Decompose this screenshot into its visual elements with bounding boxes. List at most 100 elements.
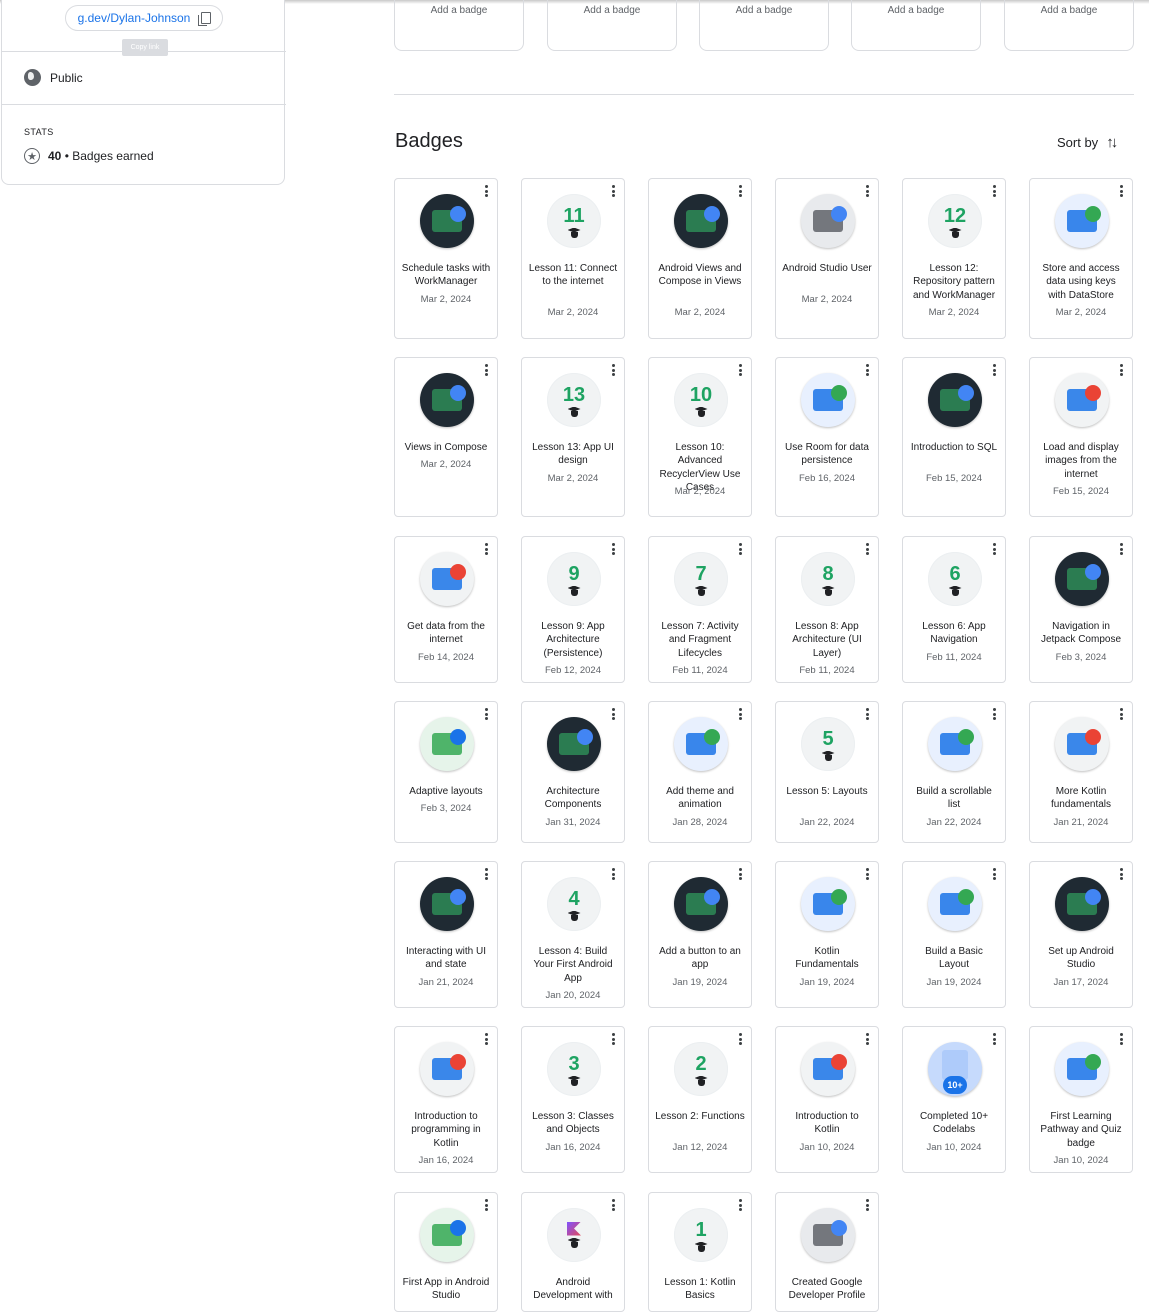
badge-card[interactable]: 10 Lesson 10: Advanced RecyclerView Use C… xyxy=(648,357,752,517)
badge-card[interactable]: 5 Lesson 5: Layouts Jan 22, 2024 xyxy=(775,701,879,843)
profile-link-chip[interactable]: g.dev/Dylan-Johnson xyxy=(65,5,223,31)
badge-card[interactable]: Kotlin Fundamentals Jan 19, 2024 xyxy=(775,861,879,1008)
more-options-icon[interactable] xyxy=(485,708,489,720)
badge-card[interactable]: 12 Lesson 12: Repository pattern and Work… xyxy=(902,178,1006,339)
badge-card[interactable]: Android Views and Compose in Views Mar 2,… xyxy=(648,178,752,339)
add-badge-slot[interactable]: Add a badge xyxy=(1004,0,1134,51)
add-badge-slot[interactable]: Add a badge xyxy=(699,0,829,51)
more-options-icon[interactable] xyxy=(866,1033,870,1045)
more-options-icon[interactable] xyxy=(993,364,997,376)
badge-art-dot xyxy=(450,729,466,745)
add-badge-slot[interactable]: Add a badge xyxy=(394,0,524,51)
badge-card[interactable]: Store and access data using keys with Da… xyxy=(1029,178,1133,339)
more-options-icon[interactable] xyxy=(993,708,997,720)
more-options-icon[interactable] xyxy=(485,868,489,880)
more-options-icon[interactable] xyxy=(612,543,616,555)
more-options-icon[interactable] xyxy=(866,868,870,880)
badge-card[interactable]: Created Google Developer Profile xyxy=(775,1192,879,1312)
badge-card[interactable]: First Learning Pathway and Quiz badge Jan… xyxy=(1029,1026,1133,1173)
add-badge-slot[interactable]: Add a badge xyxy=(851,0,981,51)
more-options-icon[interactable] xyxy=(612,708,616,720)
badge-card[interactable]: 7 Lesson 7: Activity and Fragment Lifecyc… xyxy=(648,536,752,683)
badge-art-dot xyxy=(450,1220,466,1236)
sort-by-button[interactable]: Sort by ↑↓ xyxy=(1057,134,1118,151)
more-options-icon[interactable] xyxy=(866,708,870,720)
badge-card[interactable]: Build a Basic Layout Jan 19, 2024 xyxy=(902,861,1006,1008)
more-options-icon[interactable] xyxy=(1120,708,1124,720)
badge-card[interactable]: Build a scrollable list Jan 22, 2024 xyxy=(902,701,1006,843)
badge-card[interactable]: Load and display images from the interne… xyxy=(1029,357,1133,517)
more-options-icon[interactable] xyxy=(739,708,743,720)
badge-card[interactable]: 4 Lesson 4: Build Your First Android App J… xyxy=(521,861,625,1008)
more-options-icon[interactable] xyxy=(612,364,616,376)
more-options-icon[interactable] xyxy=(739,185,743,197)
badge-card[interactable]: Set up Android Studio Jan 17, 2024 xyxy=(1029,861,1133,1008)
more-options-icon[interactable] xyxy=(739,868,743,880)
badge-card[interactable]: Introduction to SQL Feb 15, 2024 xyxy=(902,357,1006,517)
badge-card[interactable]: Android Development with xyxy=(521,1192,625,1312)
badge-card[interactable]: Interacting with UI and state Jan 21, 202… xyxy=(394,861,498,1008)
graduation-cap-icon xyxy=(822,751,835,762)
badge-card[interactable]: Introduction to programming in Kotlin Jan… xyxy=(394,1026,498,1173)
badge-date: Jan 20, 2024 xyxy=(545,989,601,1001)
adaptive-layouts-badge-icon xyxy=(420,717,474,771)
badge-card[interactable]: Add theme and animation Jan 28, 2024 xyxy=(648,701,752,843)
badge-card[interactable]: 2 Lesson 2: Functions Jan 12, 2024 xyxy=(648,1026,752,1173)
more-options-icon[interactable] xyxy=(866,185,870,197)
more-options-icon[interactable] xyxy=(485,1033,489,1045)
badge-card[interactable]: Schedule tasks with WorkManager Mar 2, 20… xyxy=(394,178,498,339)
more-options-icon[interactable] xyxy=(612,1033,616,1045)
more-options-icon[interactable] xyxy=(612,185,616,197)
basic-layout-badge-icon xyxy=(928,877,982,931)
more-options-icon[interactable] xyxy=(485,364,489,376)
badge-card[interactable]: More Kotlin fundamentals Jan 21, 2024 xyxy=(1029,701,1133,843)
copy-icon[interactable] xyxy=(198,11,212,26)
badge-card[interactable]: Get data from the internet Feb 14, 2024 xyxy=(394,536,498,683)
more-options-icon[interactable] xyxy=(739,1033,743,1045)
badge-card[interactable]: Views in Compose Mar 2, 2024 xyxy=(394,357,498,517)
more-options-icon[interactable] xyxy=(485,1199,489,1211)
badge-card[interactable]: Android Studio User Mar 2, 2024 xyxy=(775,178,879,339)
more-options-icon[interactable] xyxy=(612,1199,616,1211)
more-options-icon[interactable] xyxy=(1120,185,1124,197)
more-options-icon[interactable] xyxy=(866,364,870,376)
badge-card[interactable]: Architecture Components Jan 31, 2024 xyxy=(521,701,625,843)
profile-link-text[interactable]: g.dev/Dylan-Johnson xyxy=(78,11,191,25)
more-options-icon[interactable] xyxy=(485,543,489,555)
badge-card[interactable]: 6 Lesson 6: App Navigation Feb 11, 2024 xyxy=(902,536,1006,683)
badge-card[interactable]: Navigation in Jetpack Compose Feb 3, 2024 xyxy=(1029,536,1133,683)
more-options-icon[interactable] xyxy=(612,868,616,880)
badge-card[interactable]: First App in Android Studio xyxy=(394,1192,498,1312)
more-options-icon[interactable] xyxy=(993,1033,997,1045)
badge-art-dot xyxy=(1085,206,1101,222)
more-options-icon[interactable] xyxy=(1120,364,1124,376)
badge-card[interactable]: 11 Lesson 11: Connect to the internet Mar … xyxy=(521,178,625,339)
more-options-icon[interactable] xyxy=(739,543,743,555)
more-options-icon[interactable] xyxy=(1120,1033,1124,1045)
badge-card[interactable]: 1 Lesson 1: Kotlin Basics xyxy=(648,1192,752,1312)
lesson-badge-icon: 2 xyxy=(674,1042,728,1096)
badge-card[interactable]: 10+ Completed 10+ Codelabs Jan 10, 2024 xyxy=(902,1026,1006,1173)
more-options-icon[interactable] xyxy=(993,185,997,197)
badge-card[interactable]: Adaptive layouts Feb 3, 2024 xyxy=(394,701,498,843)
internet-data-badge-icon xyxy=(420,552,474,606)
more-options-icon[interactable] xyxy=(485,185,489,197)
more-options-icon[interactable] xyxy=(1120,543,1124,555)
badge-card[interactable]: 8 Lesson 8: App Architecture (UI Layer) Fe… xyxy=(775,536,879,683)
more-options-icon[interactable] xyxy=(1120,868,1124,880)
more-options-icon[interactable] xyxy=(993,543,997,555)
badge-card[interactable]: Add a button to an app Jan 19, 2024 xyxy=(648,861,752,1008)
badge-card[interactable]: 9 Lesson 9: App Architecture (Persistence… xyxy=(521,536,625,683)
more-options-icon[interactable] xyxy=(739,1199,743,1211)
add-badge-slot[interactable]: Add a badge xyxy=(547,0,677,51)
lesson-number: 5 xyxy=(822,727,834,750)
more-options-icon[interactable] xyxy=(993,868,997,880)
badge-card[interactable]: 3 Lesson 3: Classes and Objects Jan 16, 20… xyxy=(521,1026,625,1173)
more-options-icon[interactable] xyxy=(739,364,743,376)
badge-card[interactable]: 13 Lesson 13: App UI design Mar 2, 2024 xyxy=(521,357,625,517)
badge-card[interactable]: Use Room for data persistence Feb 16, 202… xyxy=(775,357,879,517)
badge-art-dot xyxy=(704,889,720,905)
more-options-icon[interactable] xyxy=(866,543,870,555)
badge-card[interactable]: Introduction to Kotlin Jan 10, 2024 xyxy=(775,1026,879,1173)
more-options-icon[interactable] xyxy=(866,1199,870,1211)
